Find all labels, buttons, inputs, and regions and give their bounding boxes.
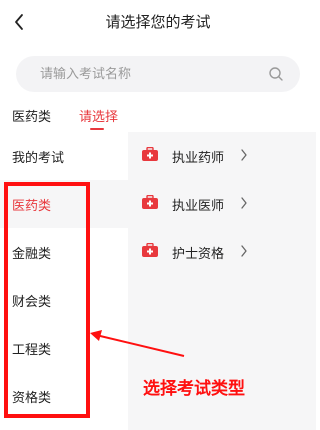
exam-item-pharmacist[interactable]: 执业药师 [128, 132, 316, 180]
chevron-right-icon [241, 245, 247, 257]
page-title: 请选择您的考试 [105, 13, 211, 31]
category-label: 我的考试 [12, 150, 65, 166]
exam-item-physician[interactable]: 执业医师 [128, 180, 316, 228]
annotation-arrow-icon [90, 330, 185, 357]
exam-label: 执业医师 [172, 198, 225, 214]
chevron-right-icon [241, 149, 247, 161]
exam-item-nurse[interactable]: 护士资格 [128, 228, 316, 276]
search-input[interactable] [40, 56, 260, 92]
annotation-label: 选择考试类型 [143, 379, 245, 399]
search-icon[interactable] [268, 66, 284, 82]
active-tab-indicator [90, 128, 104, 130]
exam-label: 执业药师 [172, 150, 225, 166]
category-item-my-exams[interactable]: 我的考试 [0, 132, 128, 180]
header-bar: 请选择您的考试 [0, 0, 316, 44]
breadcrumb: 医药类 请选择 [0, 106, 316, 130]
medical-kit-icon [142, 243, 158, 257]
exam-label: 护士资格 [172, 246, 225, 262]
breadcrumb-item-current[interactable]: 请选择 [79, 106, 118, 125]
medical-kit-icon [142, 147, 158, 161]
medical-kit-icon [142, 195, 158, 209]
breadcrumb-item-category[interactable]: 医药类 [12, 106, 51, 125]
search-bar[interactable] [16, 56, 300, 92]
chevron-right-icon [241, 197, 247, 209]
annotation-highlight-box [4, 182, 90, 418]
